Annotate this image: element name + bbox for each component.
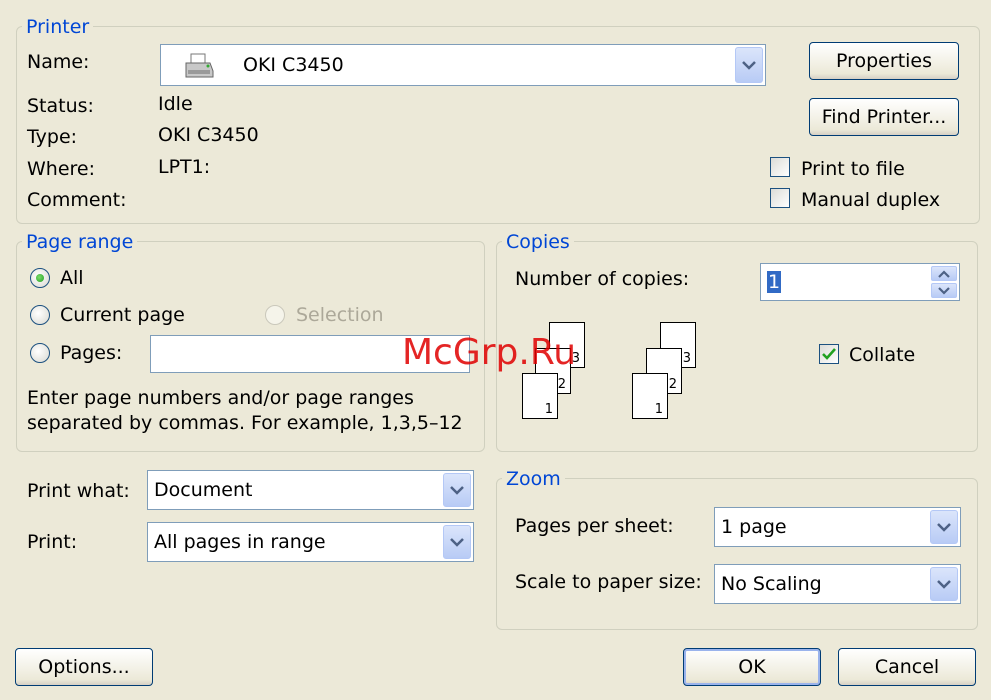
copy-page-icon: 1: [632, 373, 668, 419]
options-button[interactable]: Options...: [15, 648, 153, 686]
current-page-label[interactable]: Current page: [60, 303, 185, 327]
collate-checkbox[interactable]: [819, 344, 839, 364]
printer-name-label: Name:: [27, 51, 90, 73]
page-range-help-line2: separated by commas. For example, 1,3,5–…: [27, 412, 463, 434]
manual-duplex-checkbox[interactable]: [770, 188, 790, 208]
number-of-copies-value: 1: [767, 271, 782, 293]
type-value: OKI C3450: [158, 124, 259, 146]
pages-label[interactable]: Pages:: [60, 341, 122, 365]
scale-to-paper-label: Scale to paper size:: [515, 571, 702, 593]
chevron-down-icon: [937, 580, 951, 589]
all-label[interactable]: All: [60, 266, 84, 290]
radio-selected-dot: [36, 274, 44, 282]
printer-icon: [183, 53, 215, 84]
collate-label[interactable]: Collate: [849, 343, 915, 367]
manual-duplex-label[interactable]: Manual duplex: [801, 188, 940, 212]
chevron-down-icon: [938, 287, 950, 295]
print-dropdown-button[interactable]: [443, 525, 471, 559]
type-label: Type:: [27, 126, 78, 148]
chevron-down-icon: [450, 538, 464, 547]
checkmark-icon: [822, 348, 836, 360]
print-what-label: Print what:: [27, 480, 130, 502]
copies-spinner[interactable]: [931, 266, 957, 298]
where-value: LPT1:: [158, 156, 211, 178]
print-to-file-checkbox[interactable]: [770, 157, 790, 177]
print-what-select[interactable]: Document: [147, 470, 474, 510]
chevron-down-icon: [450, 486, 464, 495]
print-to-file-label[interactable]: Print to file: [801, 157, 905, 181]
where-label: Where:: [27, 158, 96, 180]
spin-down-button[interactable]: [931, 283, 957, 298]
comment-label: Comment:: [27, 189, 127, 211]
pages-radio[interactable]: [30, 343, 50, 363]
chevron-down-icon: [742, 61, 756, 70]
page-range-help-line1: Enter page numbers and/or page ranges: [27, 387, 414, 409]
status-value: Idle: [158, 93, 193, 115]
cancel-button[interactable]: Cancel: [838, 648, 976, 686]
print-label: Print:: [27, 531, 78, 553]
selection-radio: [265, 305, 285, 325]
pages-per-sheet-value: 1 page: [721, 516, 787, 538]
zoom-legend: Zoom: [502, 468, 565, 490]
number-of-copies-label: Number of copies:: [515, 268, 690, 290]
selection-label: Selection: [296, 304, 384, 326]
copy-page-icon: 1: [522, 373, 558, 419]
ok-button[interactable]: OK: [683, 648, 821, 686]
pages-per-sheet-dropdown-button[interactable]: [930, 510, 958, 544]
page-range-legend: Page range: [22, 231, 138, 253]
copies-legend: Copies: [502, 231, 574, 253]
watermark-text: McGrp.Ru: [402, 332, 577, 373]
all-radio[interactable]: [30, 268, 50, 288]
chevron-up-icon: [938, 270, 950, 278]
pages-per-sheet-select[interactable]: 1 page: [714, 507, 961, 547]
print-what-dropdown-button[interactable]: [443, 473, 471, 507]
pages-per-sheet-label: Pages per sheet:: [515, 515, 674, 537]
chevron-down-icon: [937, 523, 951, 532]
scale-to-paper-select[interactable]: No Scaling: [714, 564, 961, 604]
current-page-radio[interactable]: [30, 305, 50, 325]
printer-name-value: OKI C3450: [243, 54, 344, 76]
scale-to-paper-dropdown-button[interactable]: [930, 567, 958, 601]
print-select[interactable]: All pages in range: [147, 522, 474, 562]
find-printer-button[interactable]: Find Printer...: [809, 98, 959, 136]
spin-up-button[interactable]: [931, 266, 957, 281]
print-value: All pages in range: [154, 531, 326, 553]
number-of-copies-input[interactable]: 1: [760, 263, 960, 301]
printer-legend: Printer: [22, 16, 94, 38]
printer-name-select[interactable]: OKI C3450: [160, 44, 766, 86]
scale-to-paper-value: No Scaling: [721, 573, 822, 595]
zoom-group: [496, 478, 978, 630]
printer-dropdown-button[interactable]: [735, 47, 763, 83]
status-label: Status:: [27, 95, 94, 117]
print-what-value: Document: [154, 479, 253, 501]
properties-button[interactable]: Properties: [809, 42, 959, 80]
